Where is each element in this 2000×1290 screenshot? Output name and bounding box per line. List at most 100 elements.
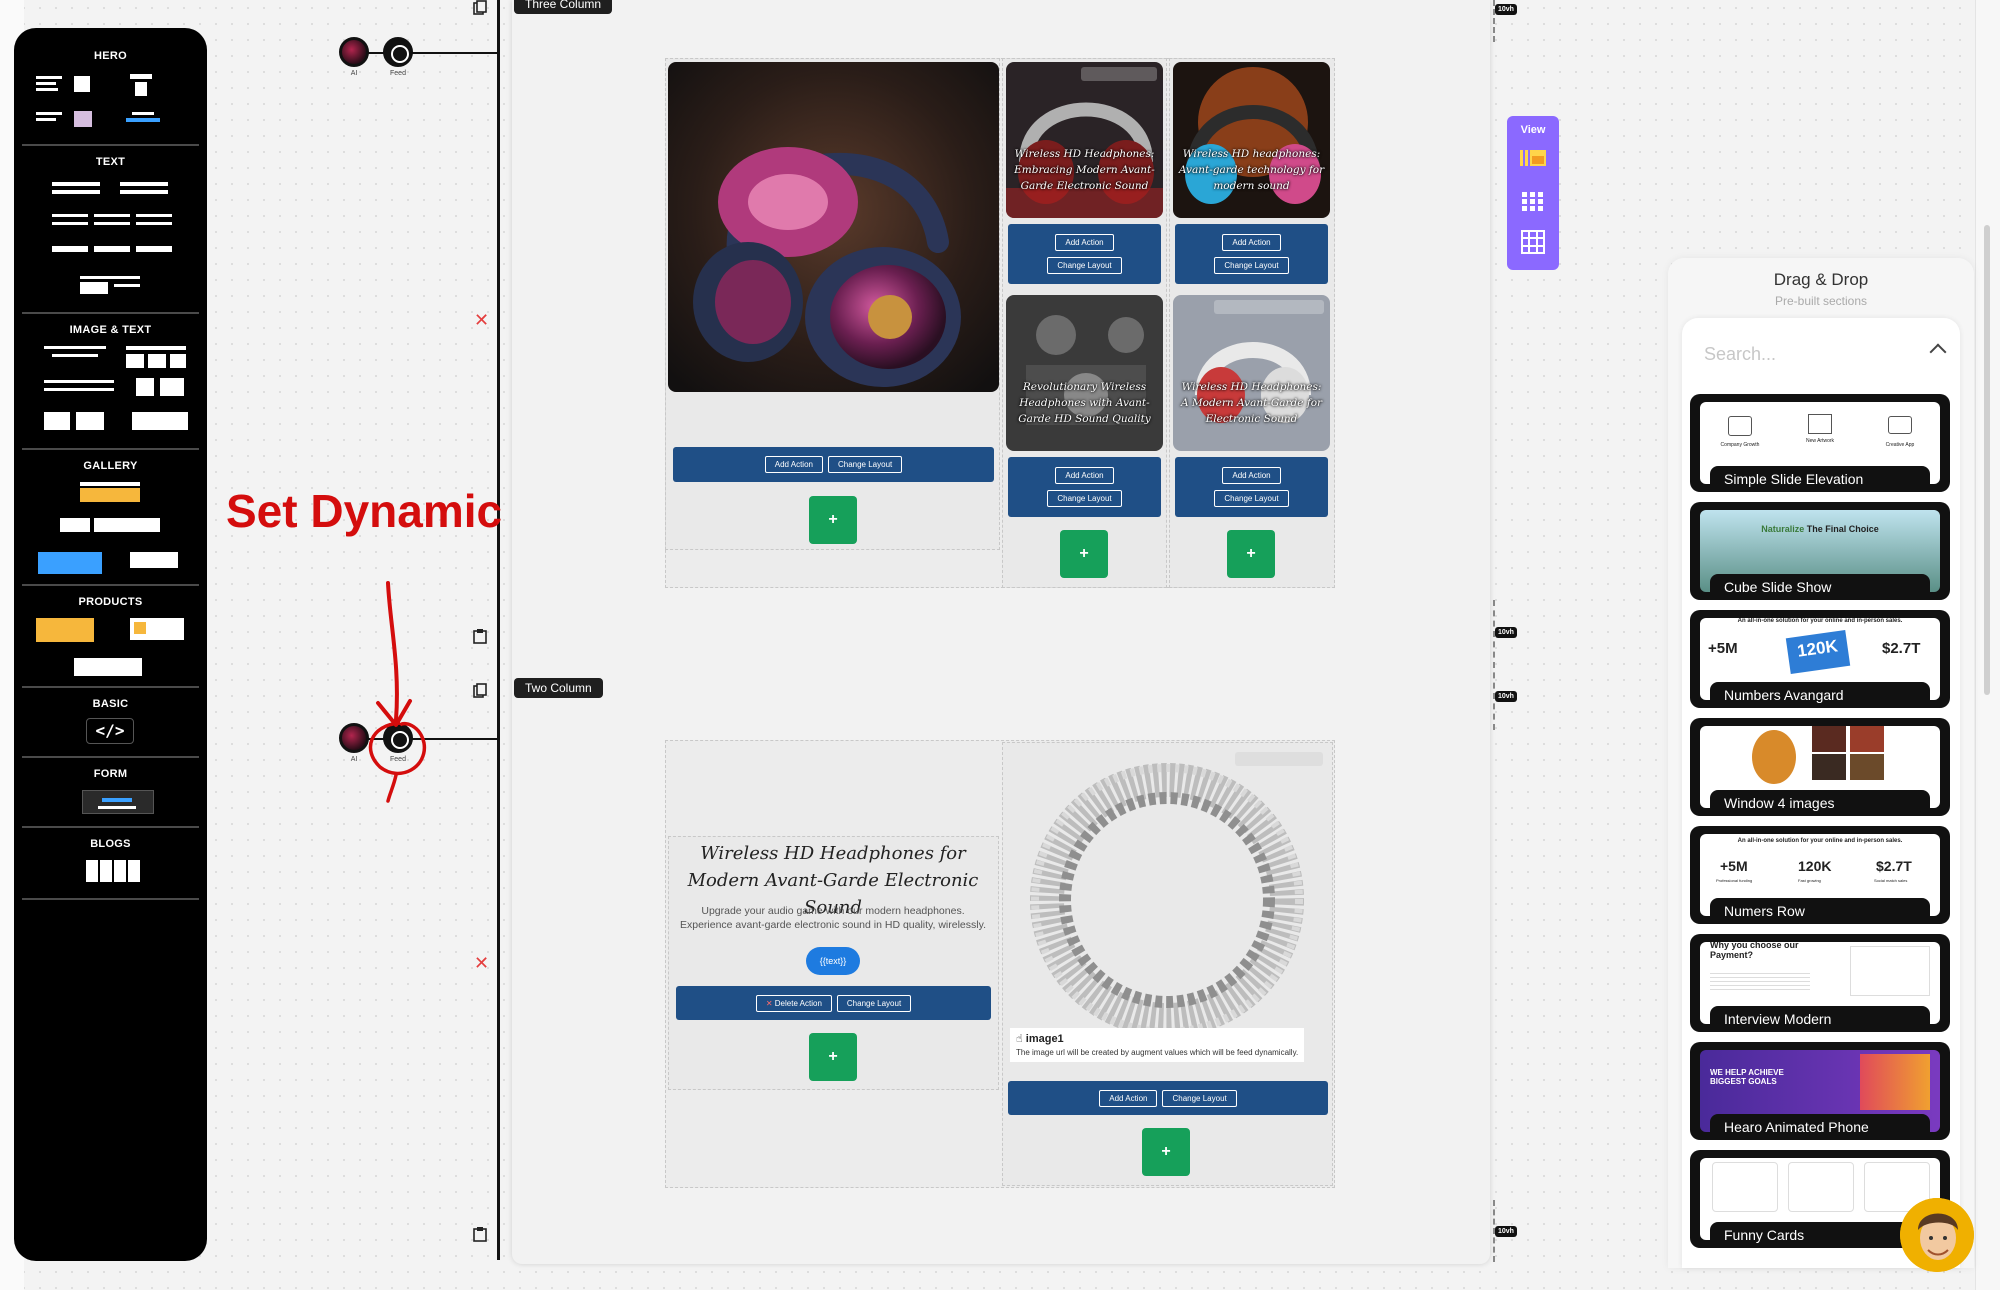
change-layout-button[interactable]: Change Layout bbox=[1214, 490, 1289, 507]
dots-grid-icon[interactable] bbox=[1520, 190, 1546, 214]
template-headline: Why you choose our Payment? bbox=[1710, 942, 1799, 960]
remove-section-icon[interactable]: ✕ bbox=[474, 953, 489, 974]
image-caption: ☝ image1 The image url will be created b… bbox=[1010, 1028, 1304, 1062]
add-block-button[interactable]: + bbox=[1060, 530, 1108, 578]
section-tag-two-column[interactable]: Two Column bbox=[514, 678, 603, 698]
change-layout-button[interactable]: Change Layout bbox=[836, 994, 912, 1012]
artwork-icon bbox=[1808, 414, 1832, 434]
food-image bbox=[1850, 726, 1884, 752]
palette-section-title: HERO bbox=[94, 50, 127, 62]
copy-icon[interactable] bbox=[473, 683, 487, 702]
add-action-button[interactable]: Add Action bbox=[1099, 1089, 1158, 1107]
card-preview bbox=[1788, 1162, 1854, 1212]
add-action-button[interactable]: Add Action bbox=[1055, 234, 1114, 251]
text-block-action-bar: ✕ Delete Action Change Layout bbox=[676, 986, 991, 1020]
add-block-button[interactable]: + bbox=[1142, 1128, 1190, 1176]
image-text-tile bbox=[76, 412, 104, 430]
change-layout-button[interactable]: Change Layout bbox=[1047, 490, 1122, 507]
image-text-tile bbox=[44, 346, 106, 349]
template-search-input[interactable]: Search... bbox=[1704, 343, 1947, 366]
palette-section-gallery[interactable]: GALLERY bbox=[22, 452, 199, 586]
hero-tile-line bbox=[36, 88, 58, 91]
card-title: Wireless HD headphones: Avant-garde tech… bbox=[1178, 148, 1325, 192]
image-caption-body: The image url will be created by augment… bbox=[1016, 1048, 1299, 1057]
card-title: Wireless HD Headphones: A Modern Avant-G… bbox=[1180, 381, 1323, 425]
template-card[interactable]: Why you choose our Payment? Interview Mo… bbox=[1690, 934, 1950, 1032]
clipboard-icon[interactable] bbox=[473, 628, 487, 647]
palette-section-form[interactable]: FORM bbox=[22, 760, 199, 828]
card-action-bar: Add Action Change Layout bbox=[1008, 224, 1161, 284]
headphone-card-image[interactable]: Wireless HD headphones: Avant-garde tech… bbox=[1173, 62, 1330, 218]
template-card[interactable]: An all-in-one solution for your online a… bbox=[1690, 826, 1950, 924]
palette-section-text[interactable]: TEXT bbox=[22, 148, 199, 314]
card-action-bar: Add Action Change Layout bbox=[1175, 224, 1328, 284]
add-block-button[interactable]: + bbox=[1227, 530, 1275, 578]
remove-section-icon[interactable]: ✕ bbox=[474, 310, 489, 331]
headphone-card-image[interactable]: Wireless HD Headphones: A Modern Avant-G… bbox=[1173, 295, 1330, 451]
text-tile bbox=[136, 214, 172, 217]
template-card[interactable]: Company Growth New Artwork Creative App … bbox=[1690, 394, 1950, 492]
stat-value: $2.7T bbox=[1882, 640, 1921, 657]
image-toolbar[interactable] bbox=[1214, 300, 1324, 314]
clipboard-icon[interactable] bbox=[473, 1226, 487, 1245]
gallery-tile bbox=[38, 552, 102, 574]
add-action-button[interactable]: Add Action bbox=[1055, 467, 1114, 484]
copy-icon[interactable] bbox=[473, 0, 487, 19]
headphone-card-image[interactable]: Revolutionary Wireless Headphones with A… bbox=[1006, 295, 1163, 451]
section-tag-three-column[interactable]: Three Column bbox=[514, 0, 613, 14]
card-title: Revolutionary Wireless Headphones with A… bbox=[1018, 381, 1151, 425]
grid-list-icon[interactable] bbox=[1520, 148, 1546, 172]
palette-section-image-text[interactable]: IMAGE & TEXT bbox=[22, 316, 199, 450]
pointer-icon: ☝ bbox=[1016, 1033, 1026, 1045]
page-scrollbar[interactable] bbox=[1975, 0, 2000, 1290]
template-card[interactable]: An all-in-one solution for your online a… bbox=[1690, 610, 1950, 708]
add-block-button[interactable]: + bbox=[809, 1033, 857, 1081]
card-title: Wireless HD Headphones: Embracing Modern… bbox=[1014, 148, 1155, 192]
product-tile bbox=[74, 658, 142, 676]
template-side-list bbox=[1850, 946, 1930, 996]
change-layout-button[interactable]: Change Layout bbox=[1214, 257, 1289, 274]
template-card[interactable]: Naturalize The Final Choice Cube Slide S… bbox=[1690, 502, 1950, 600]
palette-section-products[interactable]: PRODUCTS bbox=[22, 588, 199, 688]
ai-node-icon[interactable] bbox=[339, 37, 369, 67]
hero-tile-line bbox=[36, 76, 62, 79]
change-layout-button[interactable]: Change Layout bbox=[1047, 257, 1122, 274]
main-headphone-image[interactable] bbox=[668, 62, 999, 392]
table-grid-icon[interactable] bbox=[1520, 230, 1546, 254]
template-card[interactable]: Window 4 images bbox=[1690, 718, 1950, 816]
add-action-button[interactable]: Add Action bbox=[1222, 467, 1281, 484]
dynamic-image[interactable] bbox=[1004, 748, 1331, 1037]
change-layout-button[interactable]: Change Layout bbox=[1162, 1089, 1237, 1107]
product-tile bbox=[36, 618, 94, 642]
blog-tile bbox=[100, 860, 112, 882]
text-tile bbox=[52, 182, 100, 186]
palette-section-blogs[interactable]: BLOGS bbox=[22, 830, 199, 900]
image-text-tile bbox=[170, 354, 186, 368]
delete-action-button[interactable]: ✕ Delete Action bbox=[755, 994, 832, 1012]
template-name: Numers Row bbox=[1710, 898, 1930, 924]
chevron-up-icon[interactable] bbox=[1929, 343, 1947, 361]
add-action-button[interactable]: Add Action bbox=[764, 456, 823, 473]
food-image bbox=[1812, 754, 1846, 780]
timeline-line bbox=[497, 0, 500, 1260]
image-toolbar[interactable] bbox=[1235, 752, 1323, 766]
change-layout-button[interactable]: Change Layout bbox=[827, 456, 903, 473]
template-text-lines bbox=[1710, 970, 1810, 990]
feed-node-icon[interactable] bbox=[383, 37, 413, 67]
headphone-card-image[interactable]: Wireless HD Headphones: Embracing Modern… bbox=[1006, 62, 1163, 218]
palette-section-basic[interactable]: BASIC </> bbox=[22, 690, 199, 758]
dynamic-text-pill[interactable]: {{text}} bbox=[806, 947, 860, 975]
scrollbar-thumb[interactable] bbox=[1984, 225, 1990, 695]
text-tile bbox=[52, 214, 88, 217]
palette-section-hero[interactable]: HERO bbox=[22, 42, 199, 146]
gallery-tile bbox=[80, 488, 140, 502]
image-text-tile bbox=[160, 378, 184, 396]
add-action-button[interactable]: Add Action bbox=[1222, 234, 1281, 251]
hero-tile-bar bbox=[126, 118, 160, 122]
assistant-avatar[interactable] bbox=[1900, 1198, 1974, 1272]
gallery-tile bbox=[94, 518, 160, 532]
section-height-marker bbox=[1493, 600, 1495, 730]
template-card[interactable]: WE HELP ACHIEVE BIGGEST GOALS Hearo Anim… bbox=[1690, 1042, 1950, 1140]
add-block-button[interactable]: + bbox=[809, 496, 857, 544]
image-toolbar[interactable] bbox=[1081, 67, 1157, 81]
